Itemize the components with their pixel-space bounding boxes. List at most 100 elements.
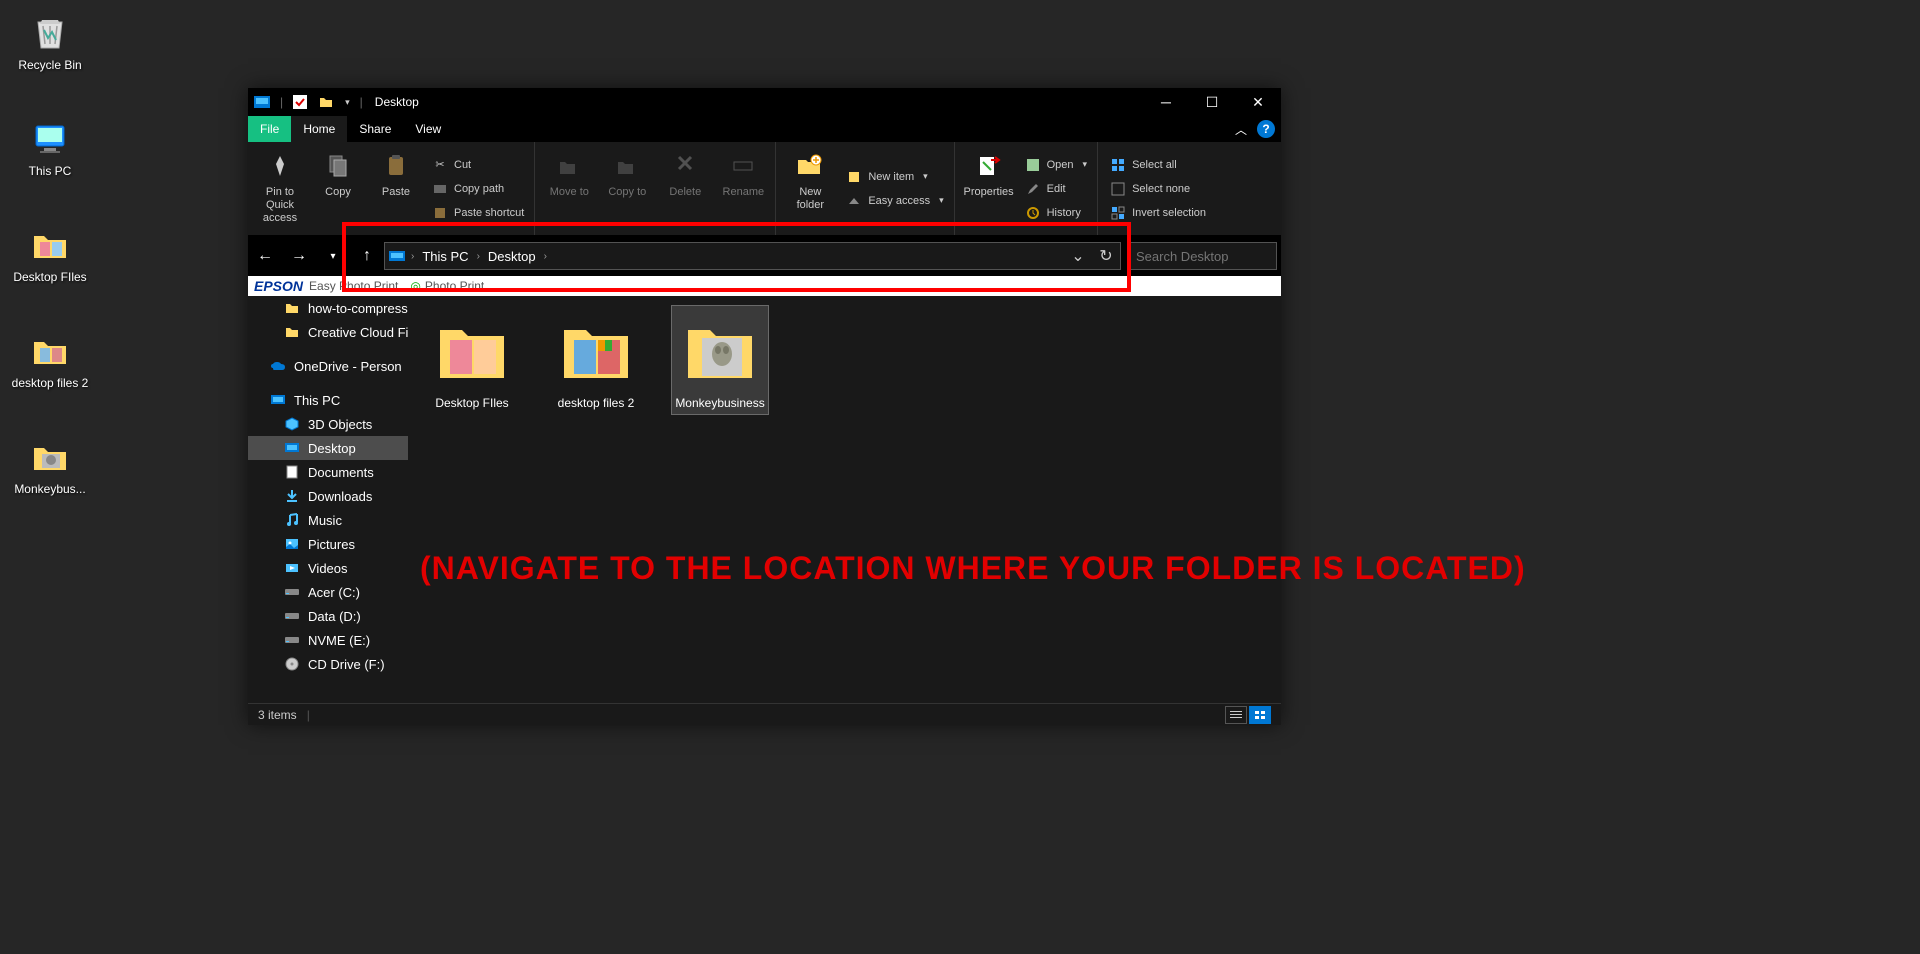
minimize-button[interactable]: ─	[1143, 88, 1189, 116]
ribbon-label: Copy to	[608, 186, 646, 199]
documents-icon	[284, 464, 300, 480]
epson-photo-print: Photo Print	[425, 279, 484, 293]
delete-button[interactable]: Delete	[659, 146, 711, 231]
nav-item-onedrive[interactable]: OneDrive - Person	[248, 354, 408, 378]
maximize-button[interactable]: ☐	[1189, 88, 1235, 116]
close-button[interactable]: ✕	[1235, 88, 1281, 116]
file-explorer-window: | ▾ | Desktop ─ ☐ ✕ File Home Share View…	[248, 88, 1281, 725]
navigation-pane[interactable]: how-to-compress Creative Cloud File OneD…	[248, 296, 408, 703]
separator: |	[360, 95, 363, 109]
nav-label: This PC	[294, 393, 340, 408]
chevron-right-icon[interactable]: ›	[475, 251, 482, 262]
breadcrumb-desktop[interactable]: Desktop	[482, 249, 542, 264]
history-icon	[1025, 205, 1041, 221]
rename-button[interactable]: Rename	[717, 146, 769, 231]
nav-item-pictures[interactable]: Pictures	[248, 532, 408, 556]
nav-item-downloads[interactable]: Downloads	[248, 484, 408, 508]
copy-to-button[interactable]: Copy to	[601, 146, 653, 231]
move-to-button[interactable]: Move to	[543, 146, 595, 231]
view-details-button[interactable]	[1225, 706, 1247, 724]
edit-button[interactable]: Edit	[1021, 178, 1091, 200]
nav-item-documents[interactable]: Documents	[248, 460, 408, 484]
invert-selection-icon	[1110, 205, 1126, 221]
collapse-ribbon-icon[interactable]: ︿	[1235, 121, 1247, 138]
downloads-icon	[284, 488, 300, 504]
easy-access-button[interactable]: Easy access▾	[842, 190, 947, 212]
nav-item-desktop[interactable]: Desktop	[248, 436, 408, 460]
invert-selection-button[interactable]: Invert selection	[1106, 202, 1210, 224]
nav-item-videos[interactable]: Videos	[248, 556, 408, 580]
copy-button[interactable]: Copy	[312, 146, 364, 231]
folder-tile[interactable]: Monkeybusiness	[672, 306, 768, 414]
edit-icon	[1025, 181, 1041, 197]
desktop-icon-recycle-bin[interactable]: Recycle Bin	[10, 10, 90, 72]
search-input[interactable]	[1136, 249, 1312, 264]
nav-item[interactable]: how-to-compress	[248, 296, 408, 320]
address-bar[interactable]: › This PC › Desktop › ⌄ ↻	[384, 242, 1121, 270]
ribbon-label: Pin to Quick access	[254, 186, 306, 226]
cut-button[interactable]: ✂Cut	[428, 154, 528, 176]
ribbon-label: History	[1047, 207, 1081, 219]
nav-item-3d-objects[interactable]: 3D Objects	[248, 412, 408, 436]
paste-button[interactable]: Paste	[370, 146, 422, 231]
epson-toolbar: EPSON Easy Photo Print ◎ Photo Print	[248, 276, 1281, 296]
nav-item-drive-c[interactable]: Acer (C:)	[248, 580, 408, 604]
content-pane[interactable]: Desktop FIles desktop files 2 Monkeybusi…	[408, 296, 1281, 703]
search-box[interactable]	[1127, 242, 1277, 270]
desktop-icon-label: Recycle Bin	[18, 58, 81, 72]
help-icon[interactable]: ?	[1257, 120, 1275, 138]
up-button[interactable]: ↑	[350, 236, 384, 276]
properties-button[interactable]: Properties	[963, 146, 1015, 231]
nav-label: Documents	[308, 465, 374, 480]
select-none-icon	[1110, 181, 1126, 197]
nav-item-music[interactable]: Music	[248, 508, 408, 532]
nav-item-cd-drive[interactable]: CD Drive (F:)	[248, 652, 408, 676]
folder-tile[interactable]: Desktop FIles	[424, 306, 520, 414]
nav-label: how-to-compress	[308, 301, 408, 316]
desktop-icon-this-pc[interactable]: This PC	[10, 116, 90, 178]
dropdown-icon[interactable]: ▾	[339, 97, 356, 108]
desktop-icon-folder[interactable]: desktop files 2	[10, 328, 90, 390]
copy-path-button[interactable]: Copy path	[428, 178, 528, 200]
select-none-button[interactable]: Select none	[1106, 178, 1210, 200]
recent-locations-button[interactable]: ▾	[316, 236, 350, 276]
paste-shortcut-button[interactable]: Paste shortcut	[428, 202, 528, 224]
quick-access-folder-icon[interactable]	[313, 96, 339, 108]
tab-share[interactable]: Share	[347, 116, 403, 142]
nav-item-drive-d[interactable]: Data (D:)	[248, 604, 408, 628]
forward-button[interactable]: →	[282, 236, 316, 276]
select-all-button[interactable]: Select all	[1106, 154, 1210, 176]
ribbon-label: Copy path	[454, 183, 504, 195]
nav-item-drive-e[interactable]: NVME (E:)	[248, 628, 408, 652]
ribbon-label: Copy	[325, 186, 351, 199]
view-large-icons-button[interactable]	[1249, 706, 1271, 724]
nav-item-this-pc[interactable]: This PC	[248, 388, 408, 412]
open-button[interactable]: Open▾	[1021, 154, 1091, 176]
desktop-icon-label: Monkeybus...	[14, 482, 85, 496]
refresh-button[interactable]: ↻	[1092, 243, 1120, 269]
chevron-right-icon[interactable]: ›	[542, 251, 549, 262]
pin-to-quick-access-button[interactable]: Pin to Quick access	[254, 146, 306, 231]
address-dropdown-button[interactable]: ⌄	[1064, 243, 1092, 269]
titlebar[interactable]: | ▾ | Desktop ─ ☐ ✕	[248, 88, 1281, 116]
tab-home[interactable]: Home	[291, 116, 347, 142]
chevron-right-icon[interactable]: ›	[409, 251, 416, 262]
location-icon	[385, 250, 409, 262]
nav-item[interactable]: Creative Cloud File	[248, 320, 408, 344]
ribbon-label: Select all	[1132, 159, 1177, 171]
ribbon-label: Cut	[454, 159, 471, 171]
new-item-button[interactable]: New item▾	[842, 166, 947, 188]
folder-tile[interactable]: desktop files 2	[548, 306, 644, 414]
back-button[interactable]: ←	[248, 236, 282, 276]
new-folder-button[interactable]: New folder	[784, 146, 836, 231]
nav-label: Videos	[308, 561, 348, 576]
tab-view[interactable]: View	[403, 116, 453, 142]
desktop-icon-folder[interactable]: Monkeybus...	[10, 434, 90, 496]
desktop-icon-folder[interactable]: Desktop FIles	[10, 222, 90, 284]
quick-access-save-icon[interactable]	[287, 95, 313, 109]
tab-file[interactable]: File	[248, 116, 291, 142]
breadcrumb-this-pc[interactable]: This PC	[416, 249, 474, 264]
item-count: 3 items	[258, 708, 297, 722]
explorer-body: how-to-compress Creative Cloud File OneD…	[248, 296, 1281, 703]
history-button[interactable]: History	[1021, 202, 1091, 224]
